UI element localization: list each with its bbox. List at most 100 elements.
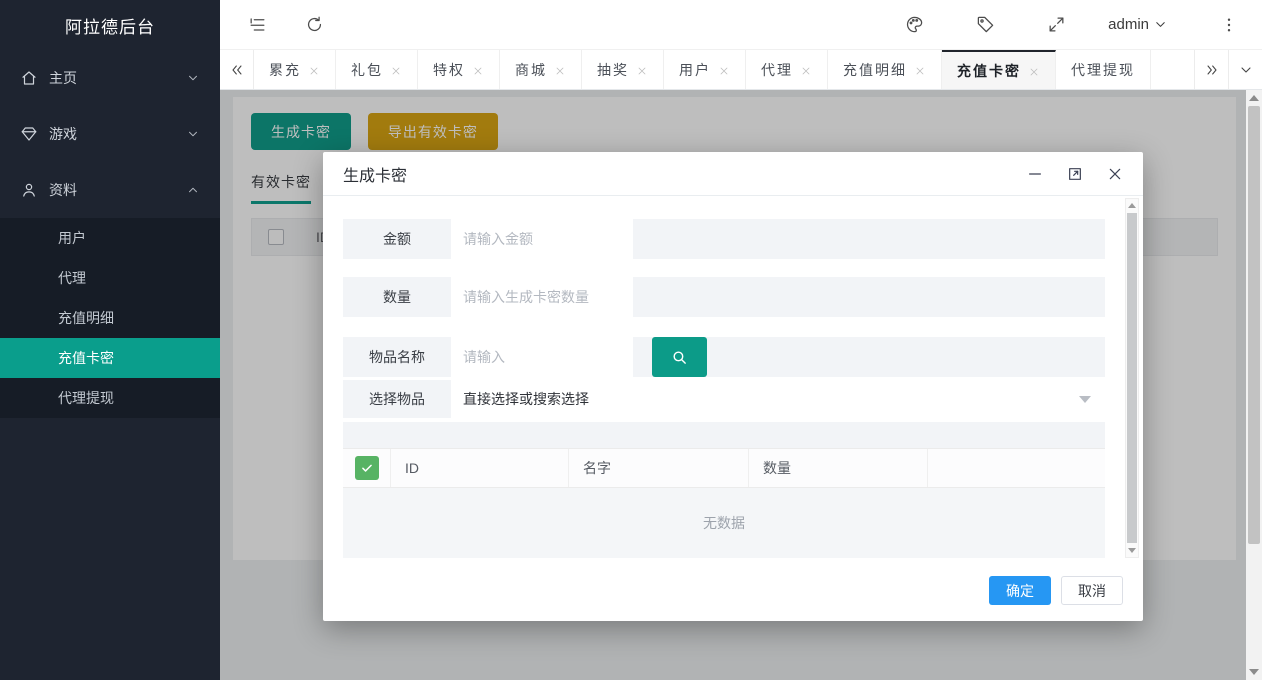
amount-label: 金额 xyxy=(343,219,451,259)
tab-label: 充值明细 xyxy=(843,60,907,80)
modal-scrollbar-thumb[interactable] xyxy=(1127,213,1137,543)
tabs-scroll-right-icon[interactable] xyxy=(1194,50,1228,89)
palette-icon[interactable] xyxy=(905,15,924,34)
spacer-band xyxy=(343,422,1105,448)
sidebar-item-data[interactable]: 资料 xyxy=(0,162,220,218)
close-icon[interactable] xyxy=(1028,65,1040,77)
item-name-field-row: 物品名称 xyxy=(343,337,1105,377)
tabs-scroll-left-icon[interactable] xyxy=(220,50,254,89)
tab-leichong[interactable]: 累充 xyxy=(254,50,336,89)
modal-body: 金额 数量 物品名称 xyxy=(323,196,1143,560)
game-icon xyxy=(20,125,38,143)
item-select-value: 直接选择或搜索选择 xyxy=(463,389,589,409)
tab-yonghu[interactable]: 用户 xyxy=(664,50,746,89)
amount-field-row: 金额 xyxy=(343,219,1105,259)
app-root: 阿拉德后台 主页 游戏 资料 xyxy=(0,0,1262,680)
tab-label: 特权 xyxy=(433,60,465,80)
amount-input[interactable] xyxy=(451,219,633,259)
close-icon[interactable] xyxy=(472,64,484,76)
search-button[interactable] xyxy=(652,337,707,377)
tabs-dropdown-icon[interactable] xyxy=(1228,50,1262,89)
close-icon[interactable] xyxy=(1107,166,1123,182)
quantity-field-row: 数量 xyxy=(343,277,1105,317)
cancel-button[interactable]: 取消 xyxy=(1061,576,1123,605)
generate-card-key-modal: 生成卡密 金额 xyxy=(323,152,1143,621)
tab-chongzhikami[interactable]: 充值卡密 xyxy=(942,50,1056,89)
tab-choujiang[interactable]: 抽奖 xyxy=(582,50,664,89)
tabbar: 累充 礼包 特权 商城 抽奖 用户 代理 充值明细 充值卡密 代理提现 xyxy=(220,50,1262,90)
modal-header: 生成卡密 xyxy=(323,152,1143,196)
sidebar-item-agents[interactable]: 代理 xyxy=(0,258,220,298)
chevron-up-icon xyxy=(186,183,200,197)
close-icon[interactable] xyxy=(718,64,730,76)
column-header-empty xyxy=(928,449,1105,487)
chevron-down-icon xyxy=(1153,17,1168,32)
tag-icon[interactable] xyxy=(976,15,995,34)
tab-label: 代理提现 xyxy=(1071,60,1135,80)
close-icon[interactable] xyxy=(554,64,566,76)
select-all-cell xyxy=(343,449,391,487)
quantity-label: 数量 xyxy=(343,277,451,317)
minimize-icon[interactable] xyxy=(1027,166,1043,182)
scroll-down-icon[interactable] xyxy=(1249,669,1259,675)
page-scrollbar-thumb[interactable] xyxy=(1248,106,1260,544)
item-name-label: 物品名称 xyxy=(343,337,451,377)
topbar-left xyxy=(248,15,324,34)
column-header-qty: 数量 xyxy=(749,449,928,487)
sidebar-item-home[interactable]: 主页 xyxy=(0,50,220,106)
sidebar-item-label: 主页 xyxy=(49,68,186,88)
column-header-id: ID xyxy=(391,449,569,487)
checkbox-checked-icon[interactable] xyxy=(355,456,379,480)
item-name-input[interactable] xyxy=(451,337,633,377)
sidebar-item-label: 资料 xyxy=(49,180,186,200)
fullscreen-icon[interactable] xyxy=(1047,15,1066,34)
scroll-down-icon[interactable] xyxy=(1128,548,1136,553)
content-area: 生成卡密 导出有效卡密 有效卡密 ID 生成卡密 xyxy=(220,90,1246,680)
close-icon[interactable] xyxy=(800,64,812,76)
sidebar-item-agent-withdrawal[interactable]: 代理提现 xyxy=(0,378,220,418)
refresh-icon[interactable] xyxy=(305,15,324,34)
quantity-input[interactable] xyxy=(451,277,633,317)
tabbar-spacer xyxy=(1151,50,1194,89)
tab-chongzhimingxi[interactable]: 充值明细 xyxy=(828,50,942,89)
app-title: 阿拉德后台 xyxy=(0,0,220,50)
tab-tequan[interactable]: 特权 xyxy=(418,50,500,89)
topbar: admin xyxy=(220,0,1262,50)
profile-icon xyxy=(20,181,38,199)
kebab-menu-icon[interactable] xyxy=(1220,16,1238,34)
close-icon[interactable] xyxy=(390,64,402,76)
confirm-button[interactable]: 确定 xyxy=(989,576,1051,605)
tab-libao[interactable]: 礼包 xyxy=(336,50,418,89)
modal-controls xyxy=(1027,166,1123,182)
topbar-right: admin xyxy=(853,15,1238,34)
select-caret-icon xyxy=(1079,396,1091,403)
scroll-up-icon[interactable] xyxy=(1249,95,1259,101)
home-icon xyxy=(20,69,38,87)
close-icon[interactable] xyxy=(636,64,648,76)
sidebar-item-users[interactable]: 用户 xyxy=(0,218,220,258)
maximize-icon[interactable] xyxy=(1067,166,1083,182)
item-select[interactable]: 直接选择或搜索选择 xyxy=(451,380,1105,418)
user-menu[interactable]: admin xyxy=(1108,16,1168,33)
main-area: admin 累充 礼包 特权 商城 抽奖 用户 代理 充值明细 xyxy=(220,0,1262,680)
sidebar-item-recharge-details[interactable]: 充值明细 xyxy=(0,298,220,338)
search-icon xyxy=(671,349,688,366)
tab-daili[interactable]: 代理 xyxy=(746,50,828,89)
close-icon[interactable] xyxy=(308,64,320,76)
page-scrollbar[interactable] xyxy=(1246,90,1262,680)
modal-scrollbar[interactable] xyxy=(1125,198,1139,558)
close-icon[interactable] xyxy=(914,64,926,76)
tab-dailitixian[interactable]: 代理提现 xyxy=(1056,50,1151,89)
modal-footer: 确定 取消 xyxy=(323,560,1143,621)
tab-label: 抽奖 xyxy=(597,60,629,80)
scroll-up-icon[interactable] xyxy=(1128,203,1136,208)
tab-label: 商城 xyxy=(515,60,547,80)
tab-shangcheng[interactable]: 商城 xyxy=(500,50,582,89)
collapse-menu-icon[interactable] xyxy=(248,15,267,34)
sidebar: 阿拉德后台 主页 游戏 资料 xyxy=(0,0,220,680)
tab-label: 累充 xyxy=(269,60,301,80)
sidebar-item-games[interactable]: 游戏 xyxy=(0,106,220,162)
sidebar-item-label: 游戏 xyxy=(49,124,186,144)
sidebar-item-recharge-cards[interactable]: 充值卡密 xyxy=(0,338,220,378)
sidebar-submenu: 用户 代理 充值明细 充值卡密 代理提现 xyxy=(0,218,220,418)
